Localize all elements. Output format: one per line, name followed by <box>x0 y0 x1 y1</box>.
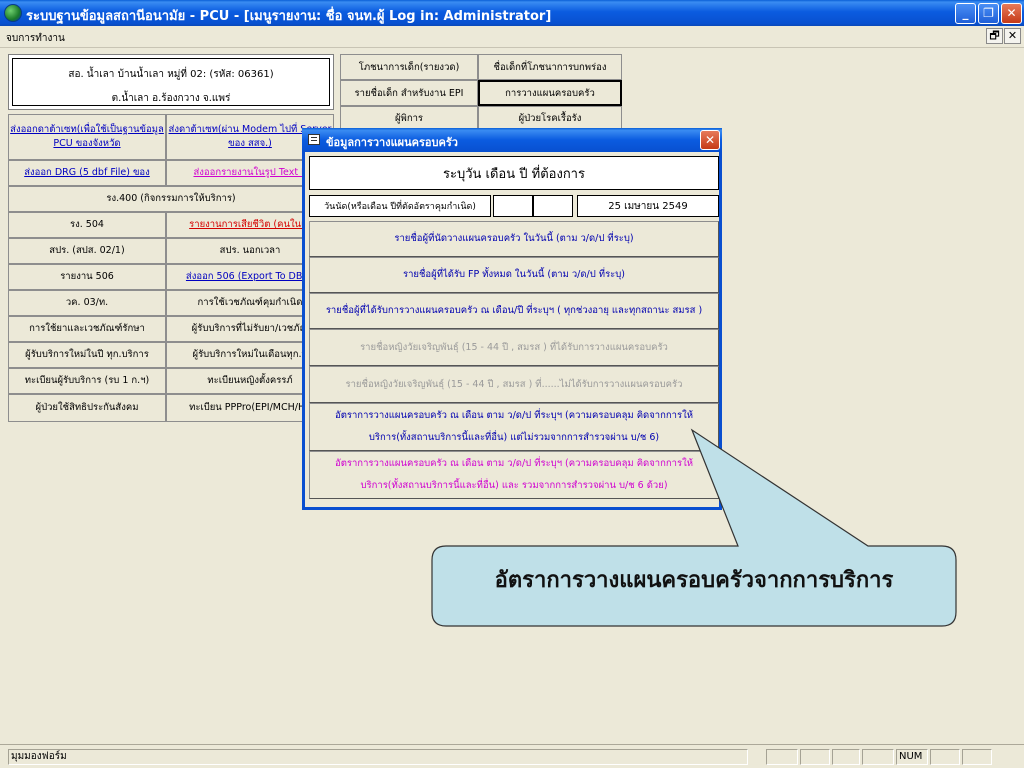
death-report-label: รายงานการเสียชีวิต (คนในเข <box>189 219 311 230</box>
status-panel-6 <box>930 749 960 765</box>
dialog-close-button[interactable]: ✕ <box>700 130 720 150</box>
station-info-box: สอ. น้ำเลา บ้านน้ำเลา หมู่ที่ 02: (รหัส:… <box>8 54 334 110</box>
report-menu-form: สอ. น้ำเลา บ้านน้ำเลา หมู่ที่ 02: (รหัส:… <box>0 48 1024 744</box>
client-registry-button[interactable]: ทะเบียนผู้รับบริการ (รบ 1 ก.ฯ) <box>8 368 166 394</box>
spr-button[interactable]: สปร. (สปส. 02/1) <box>8 238 166 264</box>
close-child-button[interactable]: ✕ <box>1004 28 1021 44</box>
fp-received-month-button[interactable]: รายชื่อผู้ที่ได้รับการวางแผนครอบครัว ณ เ… <box>309 293 719 329</box>
date-label: วันนัด(หรือเดือน ปีที่ตัดอัตราคุมกำเนิด) <box>309 195 491 217</box>
menu-bar: จบการทำงาน 🗗 ✕ <box>0 26 1024 48</box>
status-panel-2 <box>800 749 830 765</box>
maximize-button[interactable]: ❐ <box>978 3 999 24</box>
export-text-label: ส่งออกรายงานในรูป Text F <box>193 167 307 178</box>
dialog-title-bar: ข้อมูลการวางแผนครอบครัว ✕ <box>302 128 722 152</box>
social-security-patients-button[interactable]: ผู้ป่วยใช้สิทธิประกันสังคม <box>8 394 166 422</box>
month-field[interactable] <box>533 195 573 217</box>
export-506-label: ส่งออก 506 (Export To DBF / <box>185 271 315 282</box>
scheduled-today-button[interactable]: รายชื่อผู้ที่นัดวางแผนครอบครัว ในวันนี้ … <box>309 221 719 257</box>
child-nutrition-button[interactable]: โภชนาการเด็ก(รายงวด) <box>340 54 478 80</box>
status-panel-7 <box>962 749 992 765</box>
date-field[interactable]: 25 เมษายน 2549 <box>577 195 719 217</box>
status-panel-4 <box>862 749 894 765</box>
rg400-button[interactable]: รง.400 (กิจกรรมการให้บริการ) <box>8 186 334 212</box>
station-name: สอ. น้ำเลา บ้านน้ำเลา หมู่ที่ 02: (รหัส:… <box>68 69 274 80</box>
disabled-persons-button[interactable]: ผู้พิการ <box>340 106 478 130</box>
export-drg-button[interactable]: ส่งออก DRG (5 dbf File) ของ <box>8 160 166 186</box>
vk03-button[interactable]: วค. 03/ท. <box>8 290 166 316</box>
station-address: ต.น้ำเลา อ.ร้องกวาง จ.แพร่ <box>111 93 231 104</box>
malnourished-children-button[interactable]: ชื่อเด็กที่โภชนาการบกพร่อง <box>478 54 622 80</box>
window-title: ระบบฐานข้อมูลสถานีอนามัย - PCU - [เมนูรา… <box>26 9 552 24</box>
chronic-patients-button[interactable]: ผู้ป่วยโรคเรื้อรัง <box>478 106 622 130</box>
minimize-button[interactable]: _ <box>955 3 976 24</box>
globe-icon <box>4 4 22 22</box>
fp-received-today-button[interactable]: รายชื่อผู้ที่ได้รับ FP ทั้งหมด ในวันนี้ … <box>309 257 719 293</box>
family-planning-button[interactable]: การวางแผนครอบครัว <box>478 80 622 106</box>
menu-item-exit[interactable]: จบการทำงาน <box>6 31 65 46</box>
title-bar: ระบบฐานข้อมูลสถานีอนามัย - PCU - [เมนูรา… <box>0 0 1024 26</box>
status-panel-3 <box>832 749 860 765</box>
date-row: วันนัด(หรือเดือน ปีที่ตัดอัตราคุมกำเนิด)… <box>309 195 719 217</box>
close-button[interactable]: ✕ <box>1001 3 1022 24</box>
dialog-title: ข้อมูลการวางแผนครอบครัว <box>326 136 458 149</box>
status-num-lock: NUM <box>896 749 928 765</box>
new-clients-year-button[interactable]: ผู้รับบริการใหม่ในปี ทุก.บริการ <box>8 342 166 368</box>
epi-children-button[interactable]: รายชื่อเด็ก สำหรับงาน EPI <box>340 80 478 106</box>
restore-child-button[interactable]: 🗗 <box>986 28 1003 44</box>
family-planning-dialog: ข้อมูลการวางแผนครอบครัว ✕ ระบุวัน เดือน … <box>302 128 722 510</box>
rg504-button[interactable]: รง. 504 <box>8 212 166 238</box>
status-panel-1 <box>766 749 798 765</box>
callout-text: อัตราการวางแผนครอบครัวจากการบริการ <box>494 567 894 593</box>
export-dataset-button[interactable]: ส่งออกดาต้าเซท(เพื่อใช้เป็นฐานข้อมูล PCU… <box>8 114 166 160</box>
dialog-heading: ระบุวัน เดือน ปี ที่ต้องการ <box>309 156 719 190</box>
status-bar: มุมมองฟอร์ม NUM <box>0 744 1024 768</box>
status-view-mode: มุมมองฟอร์ม <box>8 749 748 765</box>
fp-rate-service-button[interactable]: อัตราการวางแผนครอบครัว ณ เดือน ตาม ว/ด/ป… <box>309 403 719 451</box>
form-icon <box>308 134 320 145</box>
application-window: ระบบฐานข้อมูลสถานีอนามัย - PCU - [เมนูรา… <box>0 0 1024 768</box>
day-field[interactable] <box>493 195 533 217</box>
women-fp-not-received-button[interactable]: รายชื่อหญิงวัยเจริญพันธุ์ (15 - 44 ปี , … <box>309 366 719 403</box>
export-dataset-label: ส่งออกดาต้าเซท(เพื่อใช้เป็นฐานข้อมูล PCU… <box>10 124 164 149</box>
fp-rate-survey-button[interactable]: อัตราการวางแผนครอบครัว ณ เดือน ตาม ว/ด/ป… <box>309 451 719 499</box>
export-drg-label: ส่งออก DRG (5 dbf File) ของ <box>24 167 150 178</box>
dialog-body: ระบุวัน เดือน ปี ที่ต้องการ วันนัด(หรือเ… <box>307 154 719 505</box>
drug-supply-use-button[interactable]: การใช้ยาและเวชภัณฑ์รักษา <box>8 316 166 342</box>
station-info-inner: สอ. น้ำเลา บ้านน้ำเลา หมู่ที่ 02: (รหัส:… <box>12 58 330 106</box>
report-506-button[interactable]: รายงาน 506 <box>8 264 166 290</box>
women-fp-received-button[interactable]: รายชื่อหญิงวัยเจริญพันธุ์ (15 - 44 ปี , … <box>309 329 719 366</box>
